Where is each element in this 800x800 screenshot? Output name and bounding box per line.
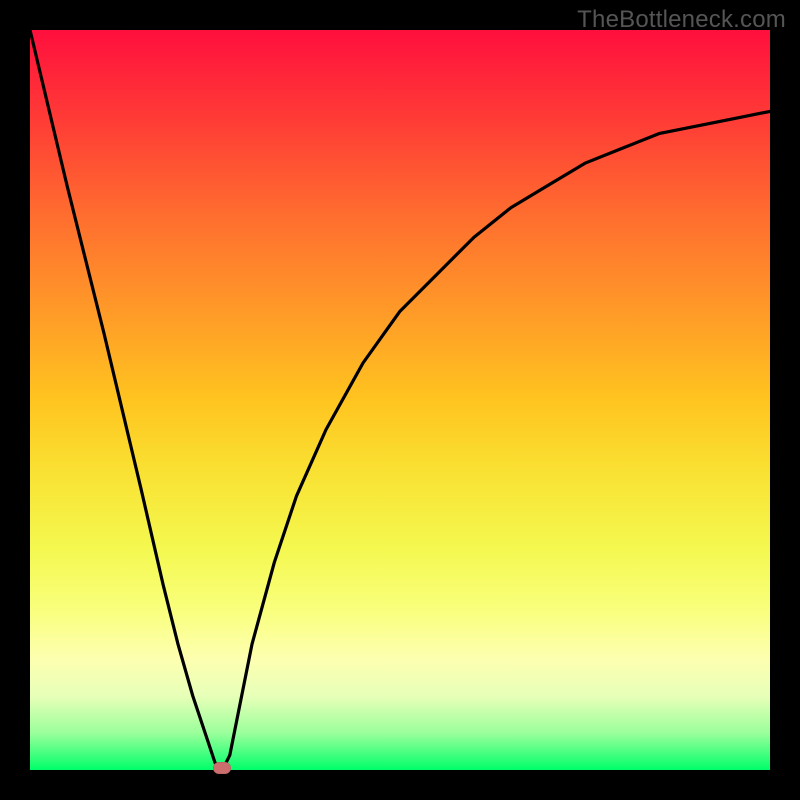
chart-minimum-marker: [213, 762, 231, 774]
watermark-text: TheBottleneck.com: [577, 6, 786, 34]
chart-curve-svg: [30, 30, 770, 770]
chart-plot-area: [30, 30, 770, 770]
chart-curve-path: [30, 30, 770, 770]
